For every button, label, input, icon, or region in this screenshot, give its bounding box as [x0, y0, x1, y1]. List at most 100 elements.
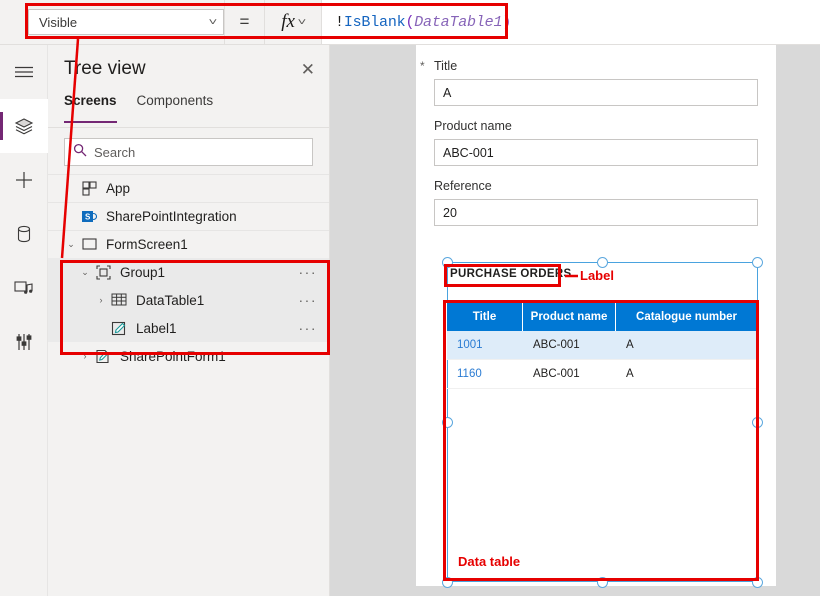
formula-input[interactable]: ! IsBlank(DataTable1) — [322, 0, 820, 44]
cell-title: 1001 — [457, 339, 483, 351]
form-field-title: * Title A — [420, 59, 758, 106]
field-label: Reference — [434, 179, 492, 193]
chevron-right-icon[interactable]: › — [78, 351, 92, 361]
chevron-down-icon[interactable]: ⌄ — [78, 267, 92, 278]
tab-components[interactable]: Components — [137, 93, 214, 123]
column-header-catalogue-number[interactable]: Catalogue number — [616, 303, 758, 331]
cell-catalogue-number: A — [626, 339, 634, 351]
formula-bar: Visible ˅ = fx ˅ ! IsBlank(DataTable1) — [0, 0, 820, 45]
cell-catalogue-number: A — [626, 368, 634, 380]
search-placeholder: Search — [94, 144, 136, 160]
column-header-title[interactable]: Title — [447, 303, 523, 331]
rail-item-data[interactable] — [0, 207, 48, 261]
chevron-down-icon[interactable]: ⌄ — [64, 239, 78, 250]
tree-item-more-menu[interactable]: ··· — [299, 320, 318, 336]
resize-handle-middle-left[interactable] — [442, 417, 453, 428]
reference-input[interactable]: 20 — [434, 199, 758, 226]
formula-token-function: IsBlank — [343, 13, 406, 31]
media-icon — [13, 278, 35, 298]
hamburger-menu-icon — [14, 65, 34, 79]
tree-item-label: Group1 — [120, 264, 166, 280]
advanced-tools-icon — [15, 332, 33, 352]
field-label: Product name — [434, 119, 512, 133]
product-name-input[interactable]: ABC-001 — [434, 139, 758, 166]
search-input[interactable]: Search — [64, 138, 313, 166]
rail-item-advanced-tools[interactable] — [0, 315, 48, 369]
data-table-header-row: Title Product name Catalogue number — [447, 303, 758, 331]
tree-view-tabs: Screens Components — [48, 93, 329, 123]
tree-view-panel: Tree view ✕ Screens Components Search Ap… — [48, 45, 330, 596]
formula-token-close-paren: ) — [502, 13, 512, 31]
tree-item-label: FormScreen1 — [106, 237, 188, 252]
formula-token-not: ! — [335, 13, 344, 31]
app-icon — [78, 181, 100, 196]
table-row[interactable]: 1001 ABC-001 A — [447, 331, 758, 360]
tab-screens[interactable]: Screens — [64, 93, 117, 123]
tree-item-sharepointintegration[interactable]: S SharePointIntegration — [48, 202, 329, 230]
field-label-row: Reference — [434, 179, 758, 193]
tree-item-label: SharePointIntegration — [106, 209, 237, 224]
tree-item-label: DataTable1 — [136, 292, 205, 308]
property-select-value: Visible — [39, 14, 78, 30]
sharepoint-icon: S — [78, 210, 100, 224]
field-value: A — [443, 85, 452, 100]
chevron-down-icon: ˅ — [208, 16, 218, 28]
chevron-down-icon: ˅ — [297, 16, 307, 28]
formula-token-reference: DataTable1 — [414, 13, 503, 31]
tree-view-header: Tree view ✕ — [48, 45, 329, 93]
rail-item-menu[interactable] — [0, 45, 48, 99]
tree-item-more-menu[interactable]: ··· — [299, 292, 318, 308]
fx-button[interactable]: fx ˅ — [264, 0, 322, 44]
search-container: Search — [48, 128, 329, 174]
field-label-row: Product name — [434, 119, 758, 133]
equals-sign: = — [224, 0, 264, 44]
label-icon — [108, 321, 130, 336]
data-table[interactable]: Title Product name Catalogue number 1001… — [447, 303, 758, 389]
resize-handle-middle-right[interactable] — [752, 417, 763, 428]
tree-item-label: App — [106, 181, 131, 196]
resize-handle-bottom-center[interactable] — [597, 577, 608, 588]
search-icon — [73, 143, 87, 162]
formula-token-open-paren: ( — [405, 13, 415, 31]
resize-handle-top-center[interactable] — [597, 257, 608, 268]
column-header-product-name[interactable]: Product name — [523, 303, 616, 331]
tree-item-app[interactable]: App — [48, 174, 329, 202]
tree-item-more-menu[interactable]: ··· — [299, 264, 318, 280]
rail-item-media[interactable] — [0, 261, 48, 315]
tree-item-formscreen1[interactable]: ⌄ FormScreen1 — [48, 230, 329, 258]
datatable-icon — [108, 293, 130, 307]
rail-item-insert[interactable] — [0, 153, 48, 207]
cell-product-name: ABC-001 — [533, 339, 580, 351]
field-label: Title — [434, 59, 458, 73]
tree-item-list: App S SharePointIntegration ⌄ FormScreen… — [48, 174, 329, 370]
chevron-right-icon[interactable]: › — [94, 295, 108, 305]
database-icon — [15, 224, 33, 244]
tree-item-label: SharePointForm1 — [120, 348, 226, 364]
panel-title: Tree view — [64, 58, 146, 79]
resize-handle-top-right[interactable] — [752, 257, 763, 268]
tree-item-sharepointform1[interactable]: › SharePointForm1 — [48, 342, 329, 370]
purchase-orders-label[interactable]: PURCHASE ORDERS — [450, 268, 571, 280]
tree-item-label: Label1 — [136, 320, 177, 336]
resize-handle-bottom-right[interactable] — [752, 577, 763, 588]
close-icon[interactable]: ✕ — [301, 61, 315, 78]
title-input[interactable]: A — [434, 79, 758, 106]
form-field-reference: Reference 20 — [434, 179, 758, 226]
property-select[interactable]: Visible ˅ — [28, 9, 224, 35]
tree-view-icon — [13, 116, 35, 136]
tree-item-group1[interactable]: ⌄ Group1 ··· — [48, 258, 329, 286]
fx-icon: fx — [281, 11, 295, 32]
form-icon — [92, 349, 114, 364]
screen-icon — [78, 238, 100, 251]
field-value: ABC-001 — [443, 145, 494, 160]
table-row[interactable]: 1160 ABC-001 A — [447, 360, 758, 389]
resize-handle-top-left[interactable] — [442, 257, 453, 268]
form-field-product-name: Product name ABC-001 — [434, 119, 758, 166]
cell-title: 1160 — [457, 368, 482, 380]
rail-item-tree-view[interactable] — [0, 99, 48, 153]
tree-item-label1[interactable]: Label1 ··· — [48, 314, 329, 342]
resize-handle-bottom-left[interactable] — [442, 577, 453, 588]
tree-item-datatable1[interactable]: › DataTable1 ··· — [48, 286, 329, 314]
plus-icon — [14, 170, 34, 190]
field-value: 20 — [443, 205, 457, 220]
